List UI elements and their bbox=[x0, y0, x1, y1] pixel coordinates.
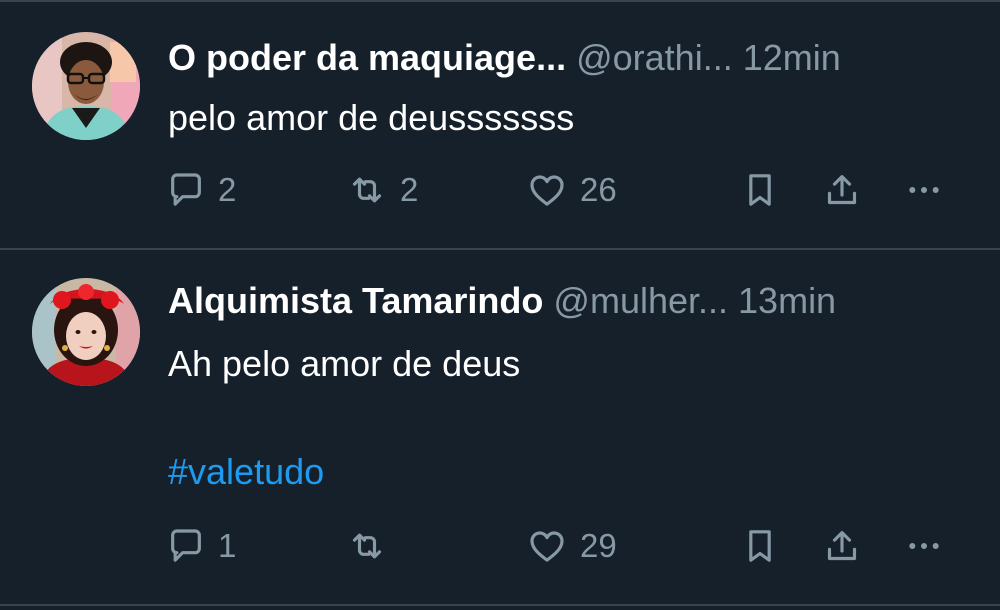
author-avatar[interactable] bbox=[32, 278, 140, 386]
avatar-man-glasses-icon bbox=[32, 32, 140, 140]
timestamp[interactable]: 13min bbox=[738, 280, 836, 321]
more-options-button[interactable] bbox=[902, 166, 946, 214]
retweet-button[interactable] bbox=[346, 522, 400, 570]
tweet[interactable]: Alquimista Tamarindo @mulher... 13min Ah… bbox=[0, 250, 1000, 602]
more-icon bbox=[909, 543, 939, 549]
like-count: 29 bbox=[580, 527, 617, 564]
reply-count: 1 bbox=[218, 527, 237, 564]
reply-button[interactable]: 1 bbox=[166, 522, 236, 570]
author-name[interactable]: Alquimista Tamarindo bbox=[168, 280, 543, 321]
hashtag-link[interactable]: #valetudo bbox=[168, 450, 324, 494]
like-button[interactable]: 26 bbox=[526, 166, 617, 214]
more-options-button[interactable] bbox=[902, 522, 946, 570]
retweet-count: 2 bbox=[400, 171, 419, 208]
tweet-text: Ah pelo amor de deus bbox=[168, 343, 521, 384]
reply-icon bbox=[171, 529, 201, 562]
tweet-header: O poder da maquiage... @orathi... 12min bbox=[168, 36, 968, 80]
tweet-actions: 2 2 26 bbox=[0, 166, 1000, 214]
author-handle: @mulher... bbox=[553, 280, 729, 321]
timestamp[interactable]: 12min bbox=[743, 37, 841, 78]
share-button[interactable] bbox=[822, 522, 862, 570]
retweet-icon bbox=[352, 533, 382, 559]
author-avatar[interactable] bbox=[32, 32, 140, 140]
bookmark-icon bbox=[749, 530, 771, 562]
like-count: 26 bbox=[580, 171, 617, 208]
like-icon bbox=[530, 531, 564, 562]
tweet[interactable]: O poder da maquiage... @orathi... 12min … bbox=[0, 2, 1000, 248]
share-icon bbox=[827, 531, 857, 561]
tweet-text: pelo amor de deusssssss bbox=[168, 97, 575, 138]
like-button[interactable]: 29 bbox=[526, 522, 617, 570]
reply-icon bbox=[171, 173, 201, 206]
reply-count: 2 bbox=[218, 171, 237, 208]
bookmark-button[interactable] bbox=[740, 166, 780, 214]
retweet-button[interactable]: 2 bbox=[346, 166, 418, 214]
like-icon bbox=[530, 175, 564, 206]
bookmark-icon bbox=[749, 174, 771, 206]
reply-button[interactable]: 2 bbox=[166, 166, 236, 214]
avatar-woman-red-headpiece-icon bbox=[32, 278, 140, 386]
more-icon bbox=[909, 187, 939, 193]
share-button[interactable] bbox=[822, 166, 862, 214]
share-icon bbox=[827, 175, 857, 205]
author-handle: @orathi... bbox=[576, 37, 733, 78]
tweet-actions: 1 29 bbox=[0, 522, 1000, 570]
bookmark-button[interactable] bbox=[740, 522, 780, 570]
retweet-icon bbox=[352, 177, 382, 203]
author-name[interactable]: O poder da maquiage... bbox=[168, 37, 566, 78]
tweet-divider bbox=[0, 604, 1000, 606]
tweet-header: Alquimista Tamarindo @mulher... 13min bbox=[168, 279, 968, 323]
timeline: O poder da maquiage... @orathi... 12min … bbox=[0, 0, 1000, 610]
